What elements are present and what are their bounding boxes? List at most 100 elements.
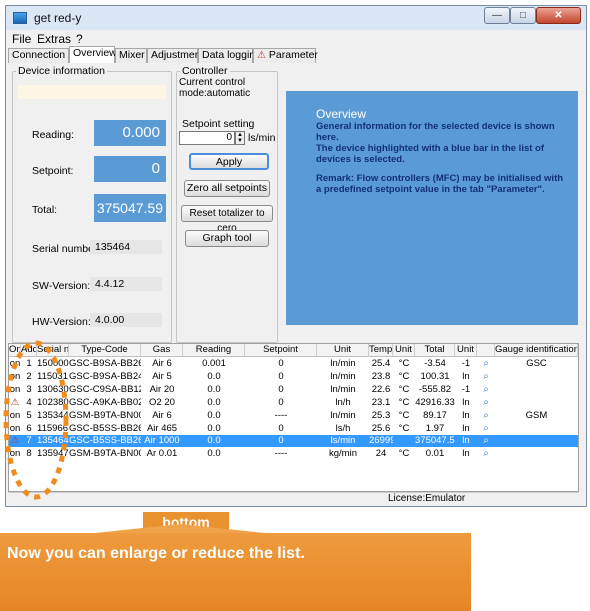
column-header-total[interactable]: Total: [415, 344, 455, 357]
column-header-reading[interactable]: Reading: [183, 344, 245, 357]
menu-extras[interactable]: Extras: [37, 32, 71, 46]
cell-total: -3.54: [424, 358, 446, 369]
table-row[interactable]: on 3 130630 GSC-C9SA-BB12 Air 20 0.0 0 ln/min 22…: [9, 384, 578, 396]
cell-total: 1.97: [425, 422, 445, 434]
setpoint-value: 0: [94, 156, 166, 182]
details-icon[interactable]: ⌕: [477, 410, 495, 422]
setpoint-setting-label: Setpoint setting: [182, 118, 255, 130]
cell-total: 42916.33: [415, 396, 455, 408]
overview-text-2: The device highlighted with a blue bar i…: [316, 143, 545, 165]
table-row[interactable]: ⚠ 4 102380 GSC-A9KA-BB02 O2 20 0.0 0 ln/h 23.1 °C…: [9, 397, 578, 409]
overview-info-panel: Overview General information for the sel…: [286, 91, 578, 325]
cell-total: 375047.59: [415, 435, 455, 447]
minimize-button[interactable]: —: [484, 7, 510, 24]
cell-gas: O2 20: [149, 396, 175, 408]
cell-reading: 0.001: [202, 358, 226, 369]
close-button[interactable]: ✕: [536, 7, 581, 24]
zero-setpoints-button[interactable]: Zero all setpoints: [184, 180, 270, 197]
cell-unit: ln/min: [330, 383, 356, 395]
cell-temp: 25.3: [371, 409, 391, 421]
cell-total: 0.01: [425, 448, 445, 460]
tab-connection[interactable]: Connection: [8, 48, 69, 63]
cell-setpoint: 0: [278, 383, 284, 395]
tutorial-hint: Now you can enlarge or reduce the list.: [7, 545, 305, 562]
total-value: 375047.59: [94, 194, 166, 222]
cell-gas: Ar 0.01: [146, 448, 178, 460]
column-header-total-unit[interactable]: Unit: [455, 344, 477, 357]
setpoint-spinner[interactable]: ▲ ▼: [235, 131, 245, 145]
status-bar: License:Emulator: [8, 492, 579, 505]
cell-total-unit: -1: [461, 383, 471, 395]
cell-unit: ls/h: [335, 422, 351, 434]
details-icon[interactable]: ⌕: [477, 448, 495, 460]
device-table[interactable]: OnAddr.Serial no.Type-CodeGasReadingSetp…: [8, 343, 579, 492]
tutorial-arrow: [95, 524, 265, 533]
tab-overview[interactable]: Overview: [69, 46, 117, 64]
column-header-temp[interactable]: Temp.: [369, 344, 393, 357]
tab-data-logging[interactable]: Data logging: [198, 48, 261, 63]
cell-gas: Air 5: [152, 370, 172, 382]
serial-value: 135464: [90, 240, 162, 254]
window-title: get red-y: [34, 11, 82, 25]
tab-bar: Connection Overview Mixer Adjustment Dat…: [6, 46, 586, 64]
cell-setpoint: 0: [278, 396, 284, 408]
cell-temp-unit: °C: [398, 370, 410, 382]
reading-label: Reading:: [32, 129, 75, 141]
details-icon[interactable]: ⌕: [477, 384, 495, 396]
cell-temp-unit: °C: [398, 396, 410, 408]
menu-help[interactable]: ?: [76, 32, 83, 46]
cell-setpoint: 0: [278, 370, 284, 382]
column-header-gauge-id[interactable]: Gauge identification: [495, 344, 578, 357]
setpoint-input[interactable]: 0: [179, 131, 235, 145]
details-icon[interactable]: ⌕: [477, 397, 495, 409]
table-row[interactable]: on 5 135344 GSM-B9TA-BN00 Air 6 0.0 ---- ln/min…: [9, 410, 578, 422]
cell-reading: 0.0: [207, 409, 221, 421]
tab-parameter-label: Parameter: [268, 49, 318, 61]
reset-totalizer-button[interactable]: Reset totalizer to cero: [181, 205, 273, 234]
maximize-button[interactable]: □: [510, 7, 536, 24]
details-icon[interactable]: ⌕: [477, 371, 495, 383]
details-icon[interactable]: ⌕: [477, 358, 495, 370]
license-text: License:Emulator: [388, 493, 466, 504]
column-header-gas[interactable]: Gas: [141, 344, 183, 357]
column-header-details[interactable]: [477, 344, 495, 357]
apply-button[interactable]: Apply: [189, 153, 269, 170]
tab-parameter[interactable]: ⚠ Parameter: [253, 48, 318, 63]
cell-unit: ln/min: [330, 409, 356, 421]
cell-temp-unit: °C: [398, 383, 410, 395]
cell-gas: Air 6: [152, 358, 172, 369]
cell-gauge-id: GSC: [526, 358, 547, 369]
tab-mixer[interactable]: Mixer: [115, 48, 147, 63]
details-icon[interactable]: ⌕: [477, 435, 495, 447]
column-header-unit[interactable]: Unit: [317, 344, 369, 357]
details-icon[interactable]: ⌕: [477, 423, 495, 435]
cell-total-unit: ln: [462, 370, 470, 382]
cell-reading: 0.0: [207, 370, 221, 382]
tab-adjustment[interactable]: Adjustment: [147, 48, 204, 63]
cell-setpoint: ----: [274, 448, 288, 460]
cell-total-unit: ln: [462, 396, 470, 408]
table-row[interactable]: ⚠ 7 135464 GSC-B5SS-BB26 Air 1000 0.0 0 ls/min 2…: [9, 435, 578, 448]
table-row[interactable]: on 2 115031 GSC-B9SA-BB24 Air 5 0.0 0 ln/min 23.…: [9, 371, 578, 383]
table-row[interactable]: on 1 150000 GSC-B9SA-BB26 Air 6 0.001 0 ln/min 2…: [9, 358, 578, 370]
column-header-setpoint[interactable]: Setpoint: [245, 344, 317, 357]
reading-value: 0.000: [94, 120, 166, 146]
sw-version-value: 4.4.12: [90, 277, 162, 291]
overview-title: Overview: [316, 107, 367, 121]
highlight-circle: [3, 340, 69, 500]
cell-gauge-id: GSM: [525, 409, 548, 421]
cell-reading: 0.0: [207, 383, 221, 395]
cell-temp: 25.6: [371, 422, 391, 434]
title-bar[interactable]: get red-y — □ ✕: [6, 6, 586, 30]
cell-temp: 23.1: [371, 396, 391, 408]
table-row[interactable]: on 6 115966 GSC-B5SS-BB26 Air 465 0.0 0 ls/h 25.…: [9, 423, 578, 435]
cell-unit: ln/min: [330, 370, 356, 382]
app-icon: [13, 12, 27, 24]
menu-file[interactable]: File: [12, 32, 31, 46]
cell-temp-unit: [393, 435, 415, 447]
graph-tool-button[interactable]: Graph tool: [185, 230, 269, 247]
table-row[interactable]: on 8 135947 GSM-B9TA-BN00 Ar 0.01 0.0 ---- kg/m…: [9, 448, 578, 460]
column-header-temp-unit[interactable]: Unit: [393, 344, 415, 357]
cell-setpoint: ----: [274, 409, 288, 421]
cell-total-unit: ln: [462, 409, 470, 421]
